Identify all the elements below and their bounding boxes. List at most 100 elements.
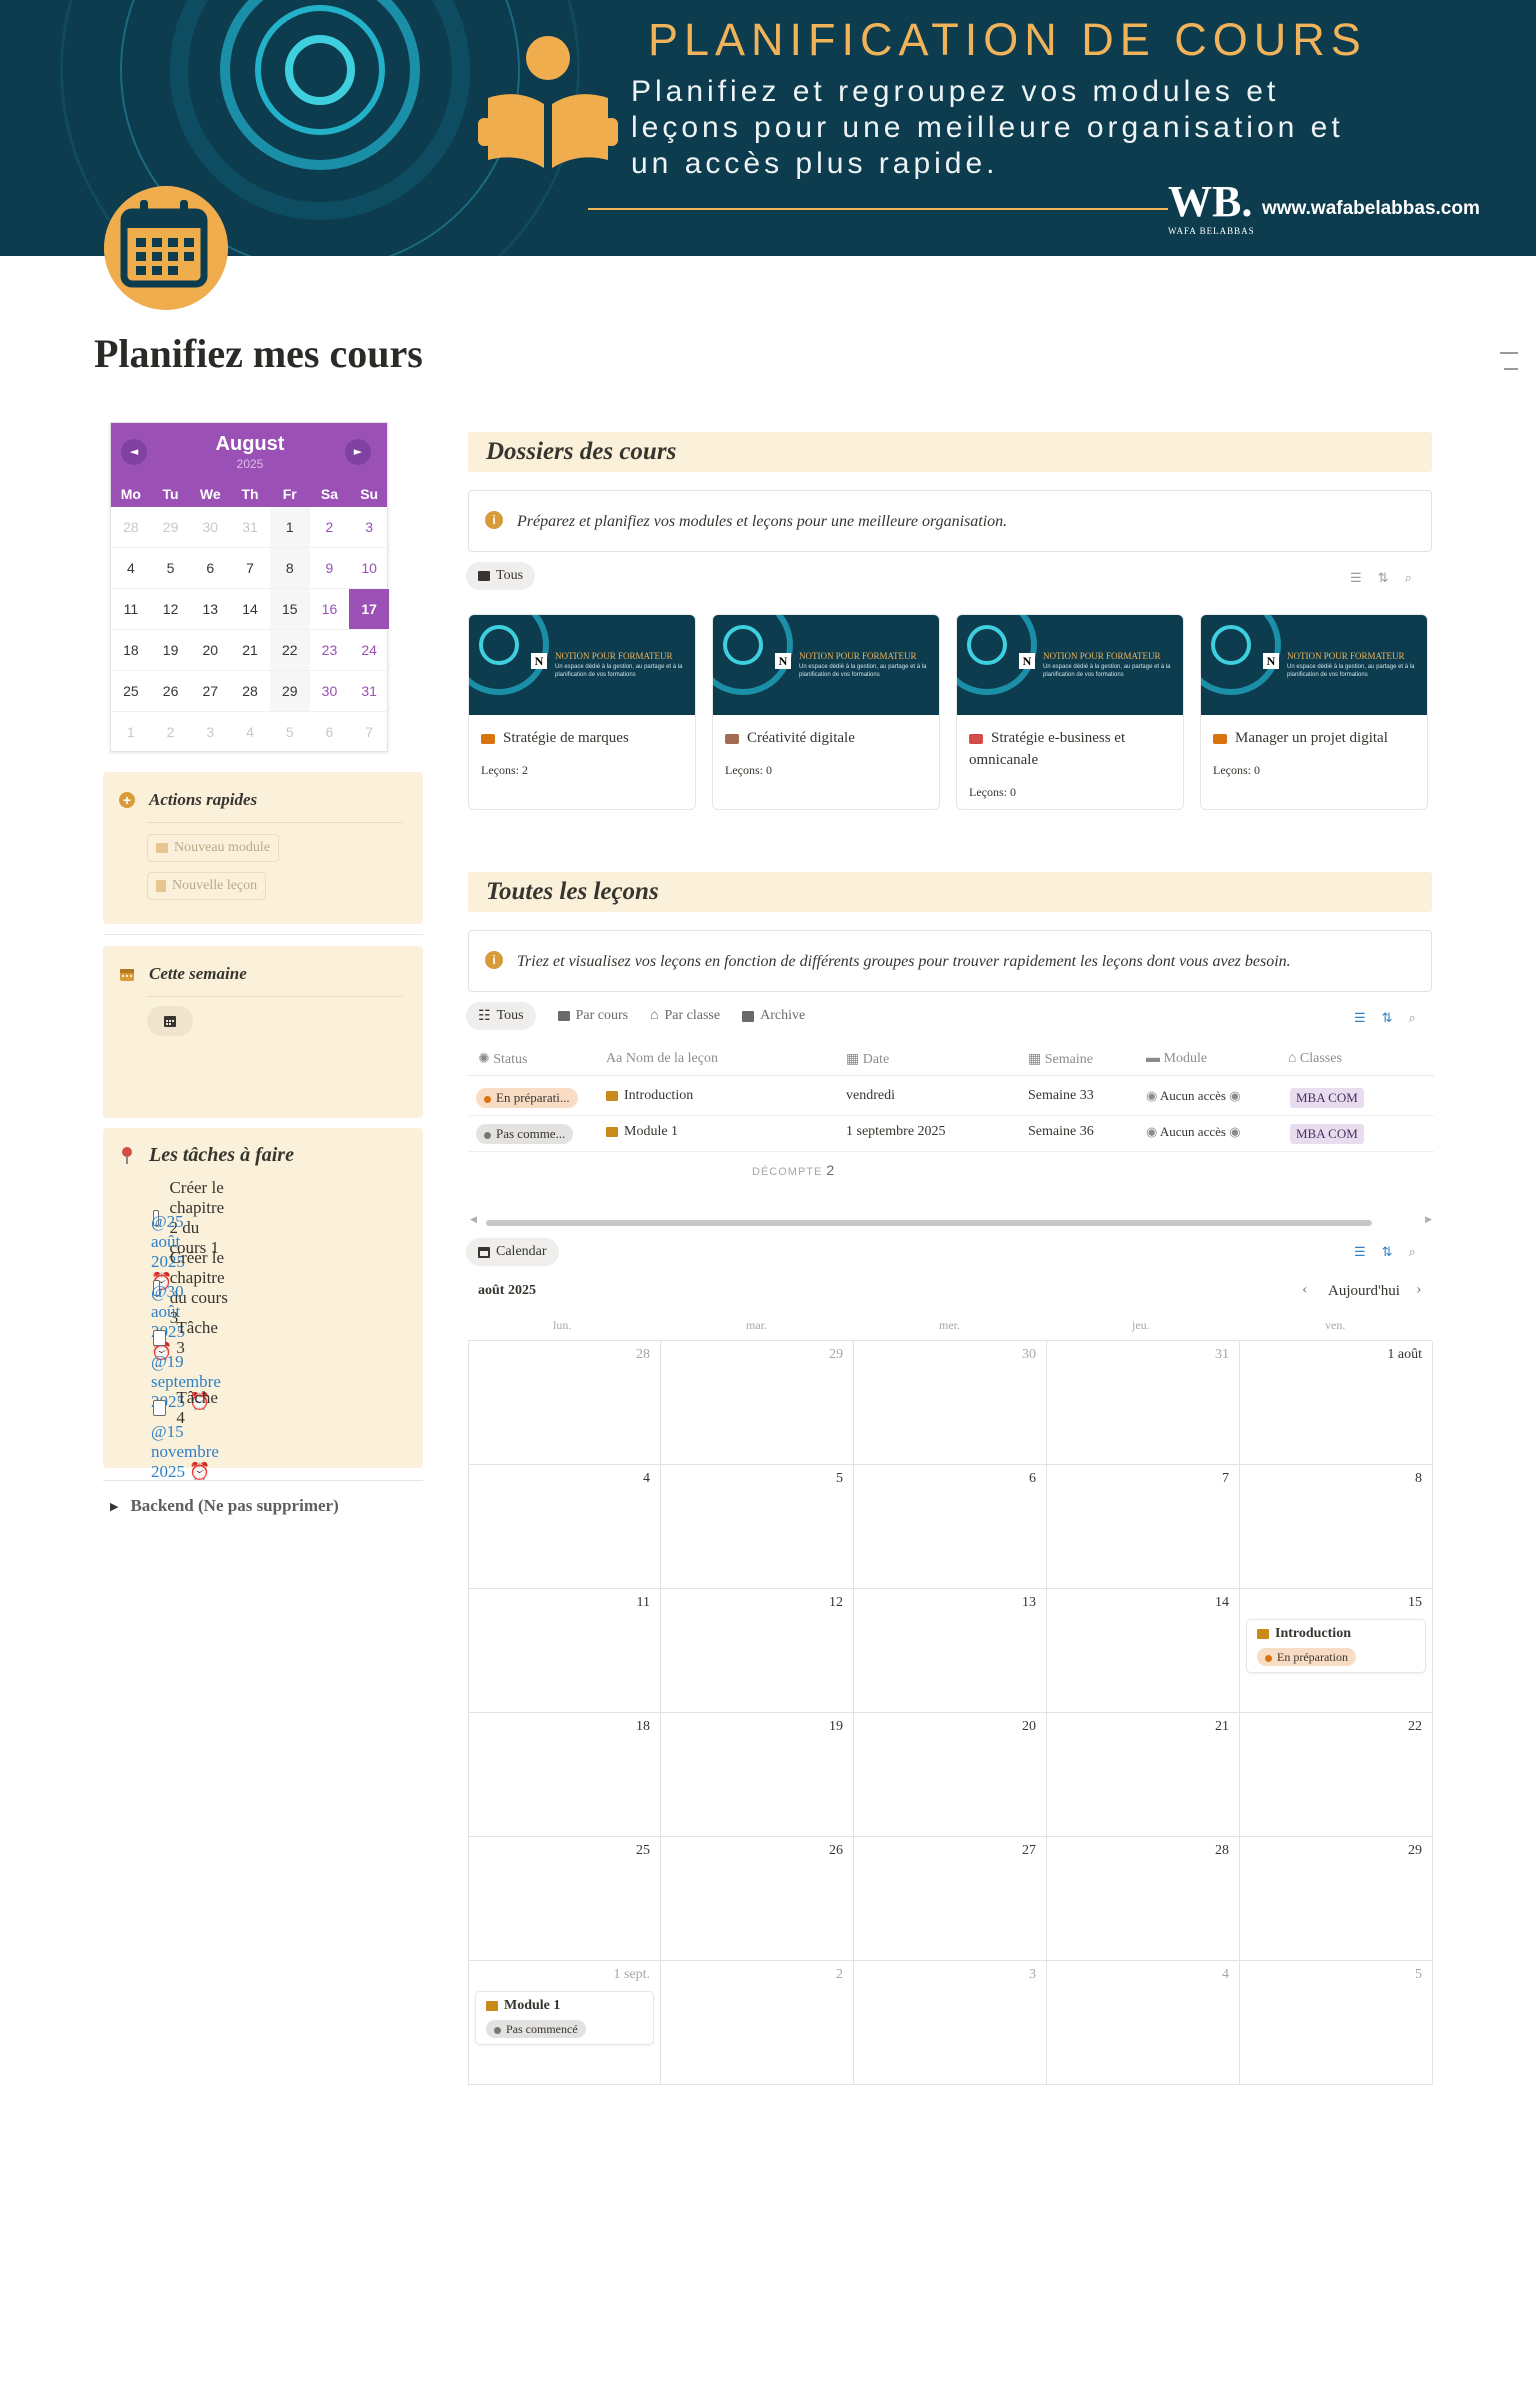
mini-calendar-day[interactable]: 25: [111, 671, 151, 711]
calendar-day-cell[interactable]: 3: [854, 1961, 1047, 2085]
calendar-day-cell[interactable]: 1 sept. Module 1 Pas commencé: [469, 1961, 661, 2085]
calendar-prev-button[interactable]: ‹: [1302, 1282, 1308, 1298]
tab-by-class[interactable]: ⌂ Par classe: [650, 1008, 720, 1024]
mini-calendar-day[interactable]: 28: [230, 671, 270, 711]
calendar-day-cell[interactable]: 6: [854, 1465, 1047, 1589]
scrollbar-thumb[interactable]: [486, 1220, 1372, 1226]
calendar-day-cell[interactable]: 12: [661, 1589, 854, 1713]
calendar-day-cell[interactable]: 20: [854, 1713, 1047, 1837]
table-row[interactable]: Pas comme... Module 1 1 septembre 2025 Sema…: [468, 1116, 1434, 1152]
calendar-day-cell[interactable]: 29: [661, 1341, 854, 1465]
sort-icon[interactable]: ⇅: [1382, 1010, 1393, 1026]
mini-calendar-day[interactable]: 11: [111, 589, 151, 629]
calendar-day-cell[interactable]: 25: [469, 1837, 661, 1961]
folders-view-tab-all[interactable]: Tous: [466, 562, 536, 590]
mini-calendar-day[interactable]: 16: [310, 589, 350, 629]
calendar-day-cell[interactable]: 1 août: [1240, 1341, 1433, 1465]
calendar-day-cell[interactable]: 4: [469, 1465, 661, 1589]
calendar-day-cell[interactable]: 21: [1047, 1713, 1240, 1837]
filter-icon[interactable]: ☰: [1350, 570, 1362, 586]
calendar-day-cell[interactable]: 29: [1240, 1837, 1433, 1961]
mini-calendar-day[interactable]: 18: [111, 630, 151, 670]
new-lesson-button[interactable]: Nouvelle leçon: [147, 872, 267, 900]
mini-calendar-day[interactable]: 5: [270, 712, 310, 752]
filter-icon[interactable]: ☰: [1354, 1010, 1366, 1026]
calendar-day-cell[interactable]: 15 Introduction En préparation: [1240, 1589, 1433, 1713]
mini-calendar-day[interactable]: 2: [151, 712, 191, 752]
week-view-button[interactable]: [147, 1006, 193, 1036]
mini-calendar-day[interactable]: 14: [230, 589, 270, 629]
mini-calendar-day[interactable]: 13: [190, 589, 230, 629]
backend-toggle[interactable]: ▶ Backend (Ne pas supprimer): [110, 1496, 339, 1516]
calendar-today-button[interactable]: Aujourd'hui: [1328, 1283, 1400, 1300]
calendar-day-cell[interactable]: 2: [661, 1961, 854, 2085]
tab-all[interactable]: ☷ Tous: [466, 1002, 536, 1030]
calendar-day-cell[interactable]: 4: [1047, 1961, 1240, 2085]
mini-calendar-day[interactable]: 19: [151, 630, 191, 670]
class-tag[interactable]: MBA COM: [1290, 1124, 1364, 1144]
mini-calendar-day[interactable]: 30: [190, 507, 230, 547]
table-of-contents-toggle[interactable]: [1500, 352, 1518, 384]
todo-checkbox[interactable]: [153, 1400, 167, 1416]
mini-calendar-day[interactable]: 4: [111, 548, 151, 588]
mini-calendar-day[interactable]: 22: [269, 630, 310, 670]
calendar-day-cell[interactable]: 26: [661, 1837, 854, 1961]
calendar-day-cell[interactable]: 28: [1047, 1837, 1240, 1961]
folder-card[interactable]: N NOTION POUR FORMATEUR Un espace dédié à …: [468, 614, 696, 810]
mini-calendar-day[interactable]: 1: [111, 712, 151, 752]
calendar-view-tab[interactable]: Calendar: [466, 1238, 559, 1266]
mini-calendar-day[interactable]: 27: [190, 671, 230, 711]
calendar-day-cell[interactable]: 7: [1047, 1465, 1240, 1589]
calendar-day-cell[interactable]: 14: [1047, 1589, 1240, 1713]
mini-calendar-day[interactable]: 30: [310, 671, 350, 711]
folder-card[interactable]: N NOTION POUR FORMATEUR Un espace dédié à …: [712, 614, 940, 810]
mini-calendar-day[interactable]: 26: [151, 671, 191, 711]
mini-calendar-day[interactable]: 29: [269, 671, 310, 711]
mini-calendar-day[interactable]: 24: [349, 630, 389, 670]
calendar-day-cell[interactable]: 18: [469, 1713, 661, 1837]
mini-calendar-day[interactable]: 31: [230, 507, 270, 547]
calendar-day-cell[interactable]: 13: [854, 1589, 1047, 1713]
mini-calendar-day[interactable]: 1: [269, 507, 310, 547]
horizontal-scrollbar[interactable]: ◀ ▶: [468, 1215, 1434, 1228]
mini-calendar-day[interactable]: 5: [151, 548, 191, 588]
calendar-day-cell[interactable]: 8: [1240, 1465, 1433, 1589]
search-icon[interactable]: ⌕: [1409, 1244, 1416, 1260]
calendar-event-card[interactable]: Module 1 Pas commencé: [475, 1991, 654, 2045]
todo-due-date[interactable]: @15 novembre 2025 ⏰: [151, 1422, 219, 1482]
calendar-event-card[interactable]: Introduction En préparation: [1246, 1619, 1426, 1673]
todo-checkbox[interactable]: [153, 1330, 167, 1346]
status-badge[interactable]: Pas comme...: [476, 1124, 574, 1144]
calendar-day-cell[interactable]: 27: [854, 1837, 1047, 1961]
calendar-day-cell[interactable]: 28: [469, 1341, 661, 1465]
calendar-day-cell[interactable]: 11: [469, 1589, 661, 1713]
mini-calendar-day[interactable]: 20: [190, 630, 230, 670]
mini-calendar-day[interactable]: 3: [190, 712, 230, 752]
mini-calendar-day[interactable]: 17: [349, 589, 390, 629]
folder-card[interactable]: N NOTION POUR FORMATEUR Un espace dédié à …: [1200, 614, 1428, 810]
calendar-day-cell[interactable]: 30: [854, 1341, 1047, 1465]
mini-calendar-day[interactable]: 7: [230, 548, 270, 588]
new-module-button[interactable]: Nouveau module: [147, 834, 280, 862]
calendar-day-cell[interactable]: 5: [661, 1465, 854, 1589]
calendar-day-cell[interactable]: 22: [1240, 1713, 1433, 1837]
mini-calendar-day[interactable]: 23: [310, 630, 350, 670]
search-icon[interactable]: ⌕: [1409, 1010, 1416, 1026]
mini-calendar-day[interactable]: 6: [190, 548, 230, 588]
next-month-button[interactable]: ►: [345, 439, 371, 465]
mini-calendar-day[interactable]: 3: [349, 507, 389, 547]
sort-icon[interactable]: ⇅: [1382, 1244, 1393, 1260]
mini-calendar-day[interactable]: 15: [269, 589, 310, 629]
mini-calendar-day[interactable]: 10: [349, 548, 389, 588]
class-tag[interactable]: MBA COM: [1290, 1088, 1364, 1108]
mini-calendar-day[interactable]: 8: [269, 548, 310, 588]
status-badge[interactable]: En préparati...: [476, 1088, 578, 1108]
folder-card[interactable]: N NOTION POUR FORMATEUR Un espace dédié à …: [956, 614, 1184, 810]
tab-archive[interactable]: Archive: [742, 1008, 805, 1024]
filter-icon[interactable]: ☰: [1354, 1244, 1366, 1260]
calendar-next-button[interactable]: ›: [1416, 1282, 1422, 1298]
mini-calendar-day[interactable]: 12: [151, 589, 191, 629]
mini-calendar-day[interactable]: 2: [310, 507, 350, 547]
calendar-day-cell[interactable]: 5: [1240, 1961, 1433, 2085]
table-row[interactable]: En préparati... Introduction vendredi Semai…: [468, 1080, 1434, 1116]
